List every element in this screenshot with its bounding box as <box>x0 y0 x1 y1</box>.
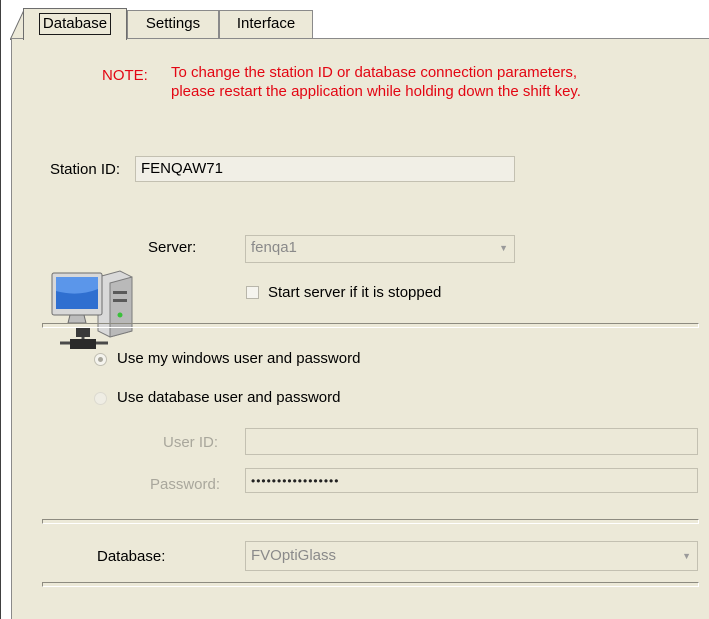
tab-database-label: Database <box>38 13 112 35</box>
tab-strip: Database Settings Interface <box>1 0 709 40</box>
separator-3 <box>42 582 699 587</box>
start-server-checkbox[interactable] <box>246 286 259 299</box>
tab-interface-label: Interface <box>236 15 296 32</box>
note-label: NOTE: <box>102 67 148 84</box>
start-server-label: Start server if it is stopped <box>268 284 442 301</box>
database-auth-label: Use database user and password <box>117 389 341 406</box>
note-line-1: To change the station ID or database con… <box>171 64 578 81</box>
tab-edge-decoration <box>10 10 24 40</box>
window-frame: Database Settings Interface NOTE: To cha… <box>0 0 709 619</box>
database-combo[interactable]: FVOptiGlass ▼ <box>245 541 698 571</box>
database-value: FVOptiGlass <box>251 547 337 564</box>
user-id-label: User ID: <box>163 434 219 451</box>
server-combo[interactable]: fenqa1 ▼ <box>245 235 515 263</box>
station-id-field: FENQAW71 <box>135 156 515 182</box>
tab-settings[interactable]: Settings <box>127 10 219 38</box>
password-label: Password: <box>150 476 221 493</box>
chevron-down-icon: ▼ <box>499 243 508 253</box>
user-id-field[interactable] <box>245 428 698 455</box>
station-id-label: Station ID: <box>50 161 121 178</box>
server-label: Server: <box>148 239 197 256</box>
tab-interface[interactable]: Interface <box>219 10 313 38</box>
database-tab-panel: NOTE: To change the station ID or databa… <box>11 38 709 619</box>
separator-1 <box>42 323 699 328</box>
note-line-2: please restart the application while hol… <box>171 83 581 100</box>
tab-settings-label: Settings <box>145 15 201 32</box>
chevron-down-icon: ▼ <box>682 551 691 561</box>
computer-server-icon <box>51 270 133 349</box>
separator-2 <box>42 519 699 524</box>
server-value: fenqa1 <box>251 239 297 256</box>
password-field[interactable]: ••••••••••••••••• <box>245 468 698 493</box>
database-auth-radio[interactable] <box>94 392 107 405</box>
windows-auth-label: Use my windows user and password <box>117 350 361 367</box>
tab-database[interactable]: Database <box>23 8 127 40</box>
database-label: Database: <box>97 548 166 565</box>
windows-auth-radio[interactable] <box>94 353 107 366</box>
